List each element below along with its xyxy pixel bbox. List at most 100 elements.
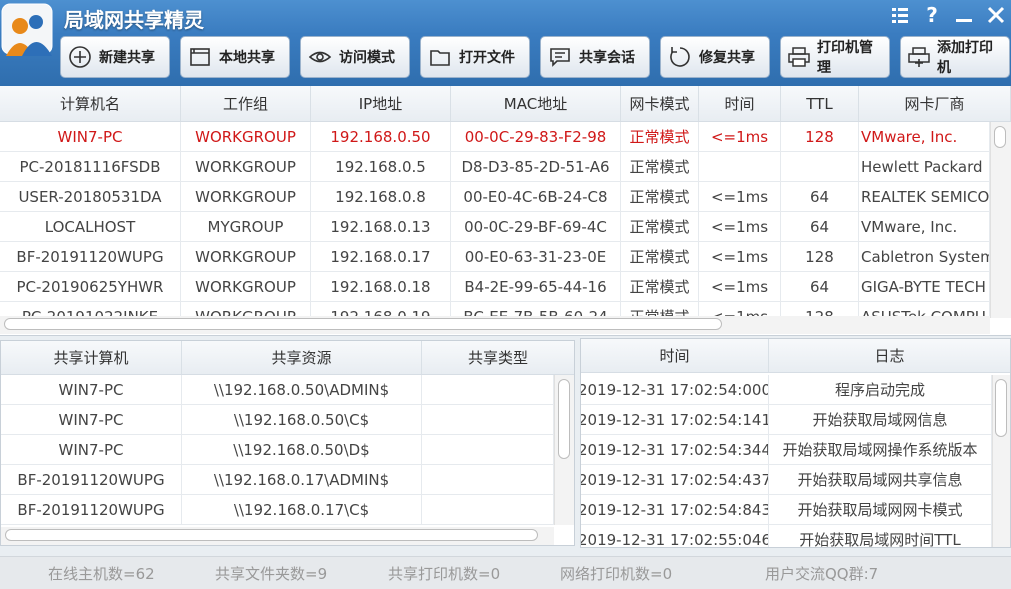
table-row[interactable]: 2019-12-31 17:02:54:344 开始获取局域网操作系统版本 [581, 435, 992, 465]
add-printer-button[interactable]: 添加打印机 [900, 36, 1010, 78]
cell-computer-name: WIN7-PC [0, 122, 181, 151]
cell-share-type [422, 435, 554, 464]
cell-computer-name: USER-20180531DA [0, 182, 181, 211]
cell-share-resource: \\192.168.0.50\ADMIN$ [182, 375, 422, 404]
log-table: 时间 日志 2019-12-31 17:02:54:000 程序启动完成 201… [580, 338, 1011, 548]
help-icon[interactable]: ? [921, 3, 943, 27]
cell-share-computer: WIN7-PC [1, 435, 182, 464]
cell-time: <=1ms [699, 182, 781, 211]
table-row[interactable]: 2019-12-31 17:02:54:843 开始获取局域网网卡模式 [581, 495, 992, 525]
app-logo [1, 3, 53, 56]
cell-log-time: 2019-12-31 17:02:55:046 [581, 525, 769, 547]
open-file-button[interactable]: 打开文件 [420, 36, 530, 78]
app-title: 局域网共享精灵 [64, 8, 204, 32]
new-share-button[interactable]: 新建共享 [60, 36, 170, 78]
table-row[interactable]: PC-20191022INKE WORKGROUP 192.168.0.19 B… [0, 302, 990, 316]
cell-time: <=1ms [699, 302, 781, 316]
folder-icon [427, 44, 453, 70]
cell-computer-name: PC-20190625YHWR [0, 272, 181, 301]
table-row[interactable]: 2019-12-31 17:02:54:141 开始获取局域网信息 [581, 405, 992, 435]
cell-ip: 192.168.0.13 [311, 212, 451, 241]
table-row[interactable]: LOCALHOST MYGROUP 192.168.0.13 00-0C-29-… [0, 212, 990, 242]
cell-share-type [422, 495, 554, 524]
table-row[interactable]: WIN7-PC \\192.168.0.50\ADMIN$ [1, 375, 554, 405]
cell-vendor: ASUSTek COMPU [859, 302, 990, 316]
cell-computer-name: PC-20181116FSDB [0, 152, 181, 181]
col-workgroup[interactable]: 工作组 [181, 86, 311, 121]
host-table-body: WIN7-PC WORKGROUP 192.168.0.50 00-0C-29-… [0, 122, 990, 316]
cell-nic-mode: 正常模式 [621, 152, 699, 181]
access-mode-button[interactable]: 访问模式 [300, 36, 410, 78]
cell-ttl: 64 [781, 212, 859, 241]
col-mac[interactable]: MAC地址 [451, 86, 621, 121]
cell-share-type [422, 375, 554, 404]
cell-ip: 192.168.0.5 [311, 152, 451, 181]
col-time[interactable]: 时间 [699, 86, 781, 121]
minimize-icon[interactable] [953, 4, 975, 26]
cell-computer-name: BF-20191120WUPG [0, 242, 181, 271]
table-row[interactable]: BF-20191120WUPG \\192.168.0.17\ADMIN$ [1, 465, 554, 495]
share-hscroll-thumb[interactable] [5, 529, 538, 541]
table-row[interactable]: 2019-12-31 17:02:54:000 程序启动完成 [581, 375, 992, 405]
col-ttl[interactable]: TTL [781, 86, 859, 121]
share-vscroll-thumb[interactable] [558, 379, 570, 459]
host-table: 计算机名 工作组 IP地址 MAC地址 网卡模式 时间 TTL 网卡厂商 WIN… [0, 86, 1011, 336]
cell-share-type [422, 465, 554, 494]
table-row[interactable]: BF-20191120WUPG \\192.168.0.17\C$ [1, 495, 554, 525]
log-vertical-scrollbar[interactable] [992, 375, 1010, 547]
table-row[interactable]: WIN7-PC \\192.168.0.50\D$ [1, 435, 554, 465]
status-qq-group[interactable]: 用户交流QQ群:7 [765, 563, 878, 584]
cell-share-computer: WIN7-PC [1, 375, 182, 404]
col-nic-mode[interactable]: 网卡模式 [621, 86, 699, 121]
cell-computer-name: LOCALHOST [0, 212, 181, 241]
table-row[interactable]: USER-20180531DA WORKGROUP 192.168.0.8 00… [0, 182, 990, 212]
add-printer-label: 添加打印机 [937, 40, 993, 76]
menu-icon[interactable] [889, 4, 911, 26]
table-row[interactable]: PC-20181116FSDB WORKGROUP 192.168.0.5 D8… [0, 152, 990, 182]
log-vscroll-thumb[interactable] [995, 379, 1007, 437]
cell-vendor: VMware, Inc. [859, 212, 990, 241]
table-row[interactable]: 2019-12-31 17:02:55:046 开始获取局域网时间TTL [581, 525, 992, 547]
cell-workgroup: MYGROUP [181, 212, 311, 241]
repair-share-button[interactable]: 修复共享 [660, 36, 770, 78]
share-table: 共享计算机 共享资源 共享类型 WIN7-PC \\192.168.0.50\A… [0, 340, 575, 546]
col-computer-name[interactable]: 计算机名 [0, 86, 181, 121]
host-horizontal-scrollbar[interactable] [0, 316, 990, 334]
table-row[interactable]: PC-20190625YHWR WORKGROUP 192.168.0.18 B… [0, 272, 990, 302]
printer-manage-button[interactable]: 打印机管理 [780, 36, 890, 78]
col-vendor[interactable]: 网卡厂商 [859, 86, 1011, 121]
share-horizontal-scrollbar[interactable] [1, 527, 554, 545]
close-icon[interactable] [985, 4, 1007, 26]
cell-vendor: VMware, Inc. [859, 122, 990, 151]
host-vertical-scrollbar[interactable] [990, 122, 1011, 318]
cell-mac: 00-E0-63-31-23-0E [451, 242, 621, 271]
cell-vendor: Cabletron System [859, 242, 990, 271]
cell-time [699, 152, 781, 181]
share-vertical-scrollbar[interactable] [554, 375, 574, 525]
share-table-header: 共享计算机 共享资源 共享类型 [1, 341, 574, 375]
host-vscroll-thumb[interactable] [994, 126, 1006, 148]
share-session-button[interactable]: 共享会话 [540, 36, 650, 78]
col-share-resource[interactable]: 共享资源 [182, 341, 422, 374]
col-share-type[interactable]: 共享类型 [422, 341, 574, 374]
host-hscroll-thumb[interactable] [4, 318, 722, 330]
cell-ttl [781, 152, 859, 181]
cell-log-message: 程序启动完成 [769, 375, 992, 404]
cell-mac: 00-0C-29-BF-69-4C [451, 212, 621, 241]
table-row[interactable]: BF-20191120WUPG WORKGROUP 192.168.0.17 0… [0, 242, 990, 272]
host-table-header: 计算机名 工作组 IP地址 MAC地址 网卡模式 时间 TTL 网卡厂商 [0, 86, 1011, 122]
col-ip[interactable]: IP地址 [311, 86, 451, 121]
table-row[interactable]: WIN7-PC \\192.168.0.50\C$ [1, 405, 554, 435]
col-share-computer[interactable]: 共享计算机 [1, 341, 182, 374]
cell-time: <=1ms [699, 242, 781, 271]
cell-share-resource: \\192.168.0.17\C$ [182, 495, 422, 524]
col-log-time[interactable]: 时间 [581, 339, 769, 372]
table-row[interactable]: WIN7-PC WORKGROUP 192.168.0.50 00-0C-29-… [0, 122, 990, 152]
log-table-body: 2019-12-31 17:02:54:000 程序启动完成 2019-12-3… [581, 375, 992, 547]
local-share-button[interactable]: 本地共享 [180, 36, 290, 78]
col-log-message[interactable]: 日志 [769, 339, 1010, 372]
cell-log-message: 开始获取局域网时间TTL [769, 525, 992, 547]
table-row[interactable]: 2019-12-31 17:02:54:437 开始获取局域网共享信息 [581, 465, 992, 495]
cell-share-computer: WIN7-PC [1, 405, 182, 434]
cell-share-resource: \\192.168.0.17\ADMIN$ [182, 465, 422, 494]
